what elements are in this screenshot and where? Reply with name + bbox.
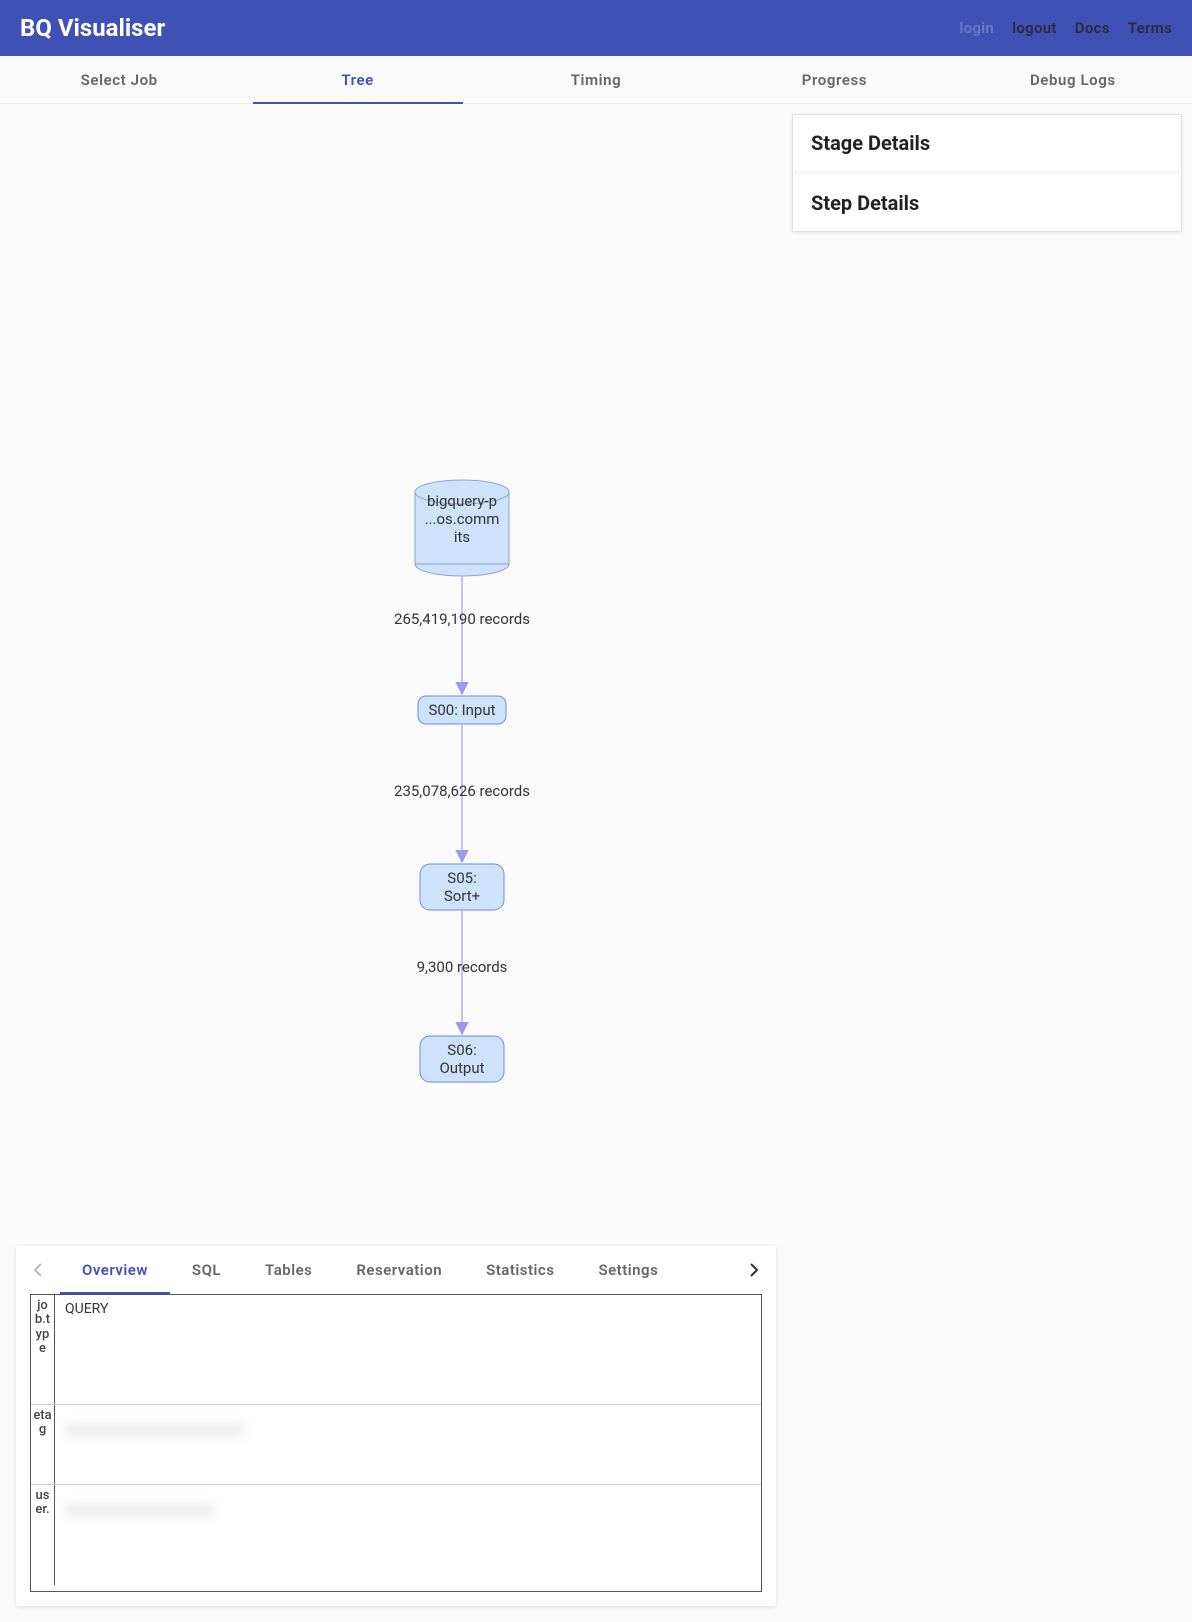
stage-details-title: Stage Details — [811, 131, 1163, 155]
svg-text:S05:: S05: — [447, 869, 476, 887]
tab-tree[interactable]: Tree — [238, 56, 476, 103]
tree-edge-1-label: 265,419,190 records — [394, 610, 530, 628]
tab-overview[interactable]: Overview — [60, 1246, 170, 1294]
grid-label: etag — [31, 1405, 55, 1484]
svg-text:...os.comm: ...os.comm — [425, 510, 500, 528]
overview-grid: job.type QUERY etag user. — [30, 1294, 762, 1592]
app-title: BQ Visualiser — [20, 14, 165, 42]
tab-sql[interactable]: SQL — [170, 1246, 243, 1294]
grid-value: QUERY — [55, 1295, 761, 1404]
step-details-card[interactable]: Step Details — [793, 175, 1181, 231]
svg-text:S00: Input: S00: Input — [428, 701, 495, 719]
docs-link[interactable]: Docs — [1075, 19, 1110, 37]
app-header: BQ Visualiser login logout Docs Terms — [0, 0, 1192, 56]
tree-edge-3-label: 9,300 records — [417, 958, 508, 976]
grid-value-redacted — [55, 1485, 761, 1585]
grid-row-etag: etag — [31, 1405, 761, 1485]
tree-canvas[interactable]: Stage Details Step Details bigquery-p ..… — [0, 104, 1192, 1224]
terms-link[interactable]: Terms — [1128, 19, 1172, 37]
tree-svg: bigquery-p ...os.comm its 265,419,190 re… — [0, 104, 780, 1224]
tab-progress[interactable]: Progress — [715, 56, 953, 103]
details-panel: Stage Details Step Details — [792, 114, 1182, 232]
tab-reservation[interactable]: Reservation — [334, 1246, 464, 1294]
tree-node-s05[interactable]: S05: Sort+ — [420, 864, 504, 910]
tab-statistics[interactable]: Statistics — [464, 1246, 576, 1294]
svg-text:bigquery-p: bigquery-p — [427, 492, 497, 510]
svg-text:its: its — [454, 528, 470, 546]
main-tabs: Select Job Tree Timing Progress Debug Lo… — [0, 56, 1192, 104]
header-links: login logout Docs Terms — [959, 19, 1172, 37]
chevron-left-icon[interactable] — [16, 1246, 60, 1294]
tab-debug-logs[interactable]: Debug Logs — [954, 56, 1192, 103]
chevron-right-icon[interactable] — [732, 1246, 776, 1294]
tree-node-s06[interactable]: S06: Output — [420, 1036, 504, 1082]
tree-node-source[interactable]: bigquery-p ...os.comm its — [415, 480, 509, 576]
logout-link[interactable]: logout — [1012, 19, 1057, 37]
tree-node-s00[interactable]: S00: Input — [418, 696, 506, 724]
stage-details-card[interactable]: Stage Details — [793, 115, 1181, 171]
grid-row-user: user. — [31, 1485, 761, 1585]
tab-tables[interactable]: Tables — [243, 1246, 334, 1294]
login-link[interactable]: login — [959, 19, 994, 37]
bottom-tabs: Overview SQL Tables Reservation Statisti… — [16, 1246, 776, 1294]
grid-label: user. — [31, 1485, 55, 1585]
svg-text:Sort+: Sort+ — [444, 887, 480, 905]
svg-text:Output: Output — [439, 1059, 484, 1077]
step-details-title: Step Details — [811, 191, 1163, 215]
grid-value-redacted — [55, 1405, 761, 1484]
svg-text:S06:: S06: — [447, 1041, 476, 1059]
tree-edge-2-label: 235,078,626 records — [394, 782, 530, 800]
tab-settings[interactable]: Settings — [576, 1246, 680, 1294]
tab-timing[interactable]: Timing — [477, 56, 715, 103]
tab-select-job[interactable]: Select Job — [0, 56, 238, 103]
bottom-panel: Overview SQL Tables Reservation Statisti… — [16, 1246, 776, 1606]
grid-row-jobtype: job.type QUERY — [31, 1295, 761, 1405]
grid-label: job.type — [31, 1295, 55, 1404]
